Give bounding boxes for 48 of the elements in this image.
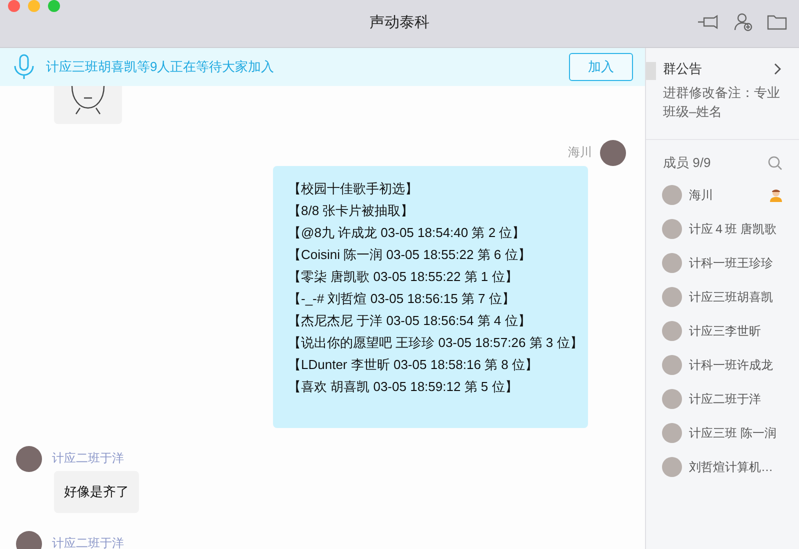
- sender-name: 计应二班于洋: [52, 450, 124, 467]
- message-line: 【说出你的愿望吧 王珍珍 03-05 18:57:26 第 3 位】: [288, 334, 584, 352]
- sender-name: 计应二班于洋: [52, 535, 124, 549]
- message-line: 【杰尼杰尼 于洋 03-05 18:56:54 第 4 位】: [288, 312, 532, 330]
- member-avatar: [662, 252, 682, 272]
- message-line: 【8/8 张卡片被抽取】: [288, 202, 415, 220]
- member-name[interactable]: 计应二班于洋: [689, 390, 783, 408]
- notice-text: 进群修改备注：专业班级–姓名: [663, 84, 781, 120]
- avatar: [600, 140, 626, 166]
- member-name[interactable]: 计应三班胡喜凯: [689, 288, 783, 306]
- message-line: 【校园十佳歌手初选】: [288, 180, 419, 198]
- member-name[interactable]: 计科一班许成龙: [689, 356, 783, 374]
- member-name[interactable]: 海川: [689, 186, 762, 204]
- add-person-icon[interactable]: [733, 12, 753, 32]
- member-name[interactable]: 计应三班 陈一润: [689, 424, 783, 442]
- member-name[interactable]: 计科一班王珍珍: [689, 254, 783, 272]
- search-icon[interactable]: [768, 156, 782, 170]
- banner-text: 计应三班胡喜凯等9人正在等待大家加入: [46, 58, 276, 76]
- message-line: 【零柒 唐凯歌 03-05 18:55:22 第 1 位】: [288, 268, 519, 286]
- close-button[interactable]: [8, 0, 20, 12]
- zoom-button[interactable]: [48, 0, 60, 12]
- member-avatar: [662, 218, 682, 238]
- microphone-icon: [12, 54, 36, 80]
- member-name[interactable]: 刘哲煊计算机…: [689, 458, 783, 476]
- message-line: 【@8九 许成龙 03-05 18:54:40 第 2 位】: [288, 224, 526, 242]
- folder-icon[interactable]: [767, 14, 787, 30]
- member-name[interactable]: 计应三李世昕: [689, 322, 783, 340]
- chevron-right-icon[interactable]: [774, 62, 782, 75]
- member-avatar: [662, 354, 682, 374]
- notice-title[interactable]: 群公告: [663, 59, 702, 78]
- member-avatar: [662, 422, 682, 442]
- pin-icon[interactable]: [697, 14, 719, 30]
- members-title: 成员 9/9: [663, 154, 711, 172]
- member-name[interactable]: 计应４班 唐凯歌: [689, 220, 783, 238]
- member-avatar: [662, 388, 682, 408]
- message-line: 好像是齐了: [64, 483, 129, 501]
- member-avatar: [662, 320, 682, 340]
- member-avatar: [662, 456, 682, 476]
- window-title: 声动泰科: [370, 13, 430, 34]
- member-avatar: [662, 184, 682, 204]
- message-line: 【Coisini 陈一润 03-05 18:55:22 第 6 位】: [288, 246, 532, 264]
- collapse-handle[interactable]: [646, 62, 656, 80]
- message-line: 【LDunter 李世昕 03-05 18:58:16 第 8 位】: [288, 356, 540, 374]
- message-line: 【喜欢 胡喜凯 03-05 18:59:12 第 5 位】: [288, 378, 519, 396]
- message-line: 【-_-# 刘哲煊 03-05 18:56:15 第 7 位】: [288, 290, 516, 308]
- member-avatar: [662, 286, 682, 306]
- avatar: [16, 446, 42, 472]
- sender-name: 海川: [568, 144, 592, 161]
